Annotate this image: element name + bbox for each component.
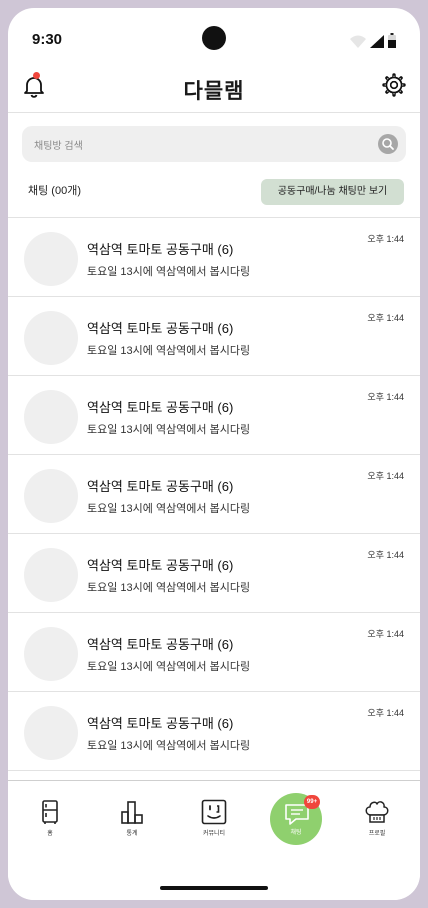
chat-list-item[interactable]: 역삼역 토마토 공동구매 (6) 토요일 13시에 역삼역에서 봅시다링 오후 …	[8, 218, 420, 297]
chat-list-item[interactable]: 역삼역 토마토 공동구매 (6) 토요일 13시에 역삼역에서 봅시다링 오후 …	[8, 613, 420, 692]
bar-chart-icon	[121, 801, 143, 824]
filter-group-buy-button[interactable]: 공동구매/나눔 채팅만 보기	[261, 179, 404, 205]
chat-title: 역삼역 토마토 공동구매 (6)	[87, 400, 234, 415]
avatar	[24, 706, 78, 760]
smile-face-icon	[201, 799, 227, 825]
system-icons	[350, 33, 396, 48]
phone-screen: 9:30 다믈램 채팅방 검색 채팅 (00개) 공동구매/나눔 채팅만 보기 …	[8, 8, 420, 900]
chef-hat-icon	[365, 801, 389, 823]
chat-list[interactable]: 역삼역 토마토 공동구매 (6) 토요일 13시에 역삼역에서 봅시다링 오후 …	[8, 217, 420, 782]
nav-home-label: 홈	[47, 831, 53, 837]
avatar	[24, 469, 78, 523]
status-time: 9:30	[32, 31, 63, 48]
chat-time: 오후 1:44	[367, 313, 404, 323]
app-header: 다믈램	[8, 64, 420, 113]
avatar	[24, 548, 78, 602]
chat-list-item[interactable]: 역삼역 토마토 공동구매 (6) 토요일 13시에 역삼역에서 봅시다링 오후 …	[8, 376, 420, 455]
search-button[interactable]	[378, 134, 398, 154]
chat-time: 오후 1:44	[367, 708, 404, 718]
nav-profile-label: 프로필	[368, 831, 386, 837]
chat-time: 오후 1:44	[367, 234, 404, 244]
chat-title: 역삼역 토마토 공동구매 (6)	[87, 558, 234, 573]
home-indicator	[160, 886, 268, 890]
chat-title: 역삼역 토마토 공동구매 (6)	[87, 716, 234, 731]
chat-preview: 토요일 13시에 역삼역에서 봅시다링	[87, 345, 251, 357]
chat-list-item[interactable]: 역삼역 토마토 공동구매 (6) 토요일 13시에 역삼역에서 봅시다링 오후 …	[8, 692, 420, 771]
camera-cutout	[202, 26, 226, 50]
gear-icon[interactable]	[380, 71, 408, 99]
chat-preview: 토요일 13시에 역삼역에서 봅시다링	[87, 503, 251, 515]
avatar	[24, 311, 78, 365]
chat-preview: 토요일 13시에 역삼역에서 봅시다링	[87, 740, 251, 752]
chat-preview: 토요일 13시에 역삼역에서 봅시다링	[87, 582, 251, 594]
search-input[interactable]: 채팅방 검색	[34, 137, 83, 152]
nav-chat-label: 채팅	[290, 830, 302, 836]
avatar	[24, 627, 78, 681]
battery-icon	[388, 33, 396, 48]
nav-stats[interactable]: 통계	[102, 795, 162, 837]
avatar	[24, 232, 78, 286]
chat-title: 역삼역 토마토 공동구매 (6)	[87, 321, 234, 336]
chat-list-item[interactable]: 역삼역 토마토 공동구매 (6) 토요일 13시에 역삼역에서 봅시다링 오후 …	[8, 455, 420, 534]
nav-home[interactable]: 홈	[20, 795, 80, 837]
search-bar[interactable]: 채팅방 검색	[22, 126, 406, 162]
chat-preview: 토요일 13시에 역삼역에서 봅시다링	[87, 424, 251, 436]
fridge-icon	[42, 800, 58, 824]
app-logo: 다믈램	[183, 80, 245, 103]
chat-preview: 토요일 13시에 역삼역에서 봅시다링	[87, 661, 251, 673]
chat-title: 역삼역 토마토 공동구매 (6)	[87, 242, 234, 257]
chat-title: 역삼역 토마토 공동구매 (6)	[87, 637, 234, 652]
chat-title: 역삼역 토마토 공동구매 (6)	[87, 479, 234, 494]
chat-list-item[interactable]: 역삼역 토마토 공동구매 (6) 토요일 13시에 역삼역에서 봅시다링 오후 …	[8, 297, 420, 376]
bottom-navigation: 홈 통계 커뮤니티 99+ 채팅 프로필	[8, 780, 420, 900]
nav-community-label: 커뮤니티	[202, 831, 226, 837]
chat-time: 오후 1:44	[367, 550, 404, 560]
chat-time: 오후 1:44	[367, 471, 404, 481]
chat-preview: 토요일 13시에 역삼역에서 봅시다링	[87, 266, 251, 278]
nav-stats-label: 통계	[126, 831, 138, 837]
avatar	[24, 390, 78, 444]
chat-count-label: 채팅 (00개)	[28, 185, 81, 197]
status-bar: 9:30	[8, 8, 420, 64]
nav-profile[interactable]: 프로필	[347, 795, 407, 837]
chat-unread-badge: 99+	[304, 795, 320, 809]
chat-list-item[interactable]: 역삼역 토마토 공동구매 (6) 토요일 13시에 역삼역에서 봅시다링 오후 …	[8, 534, 420, 613]
signal-icon	[370, 35, 384, 48]
chat-time: 오후 1:44	[367, 392, 404, 402]
chat-time: 오후 1:44	[367, 629, 404, 639]
search-icon	[382, 138, 394, 150]
nav-community[interactable]: 커뮤니티	[184, 795, 244, 837]
wifi-icon	[350, 35, 366, 48]
